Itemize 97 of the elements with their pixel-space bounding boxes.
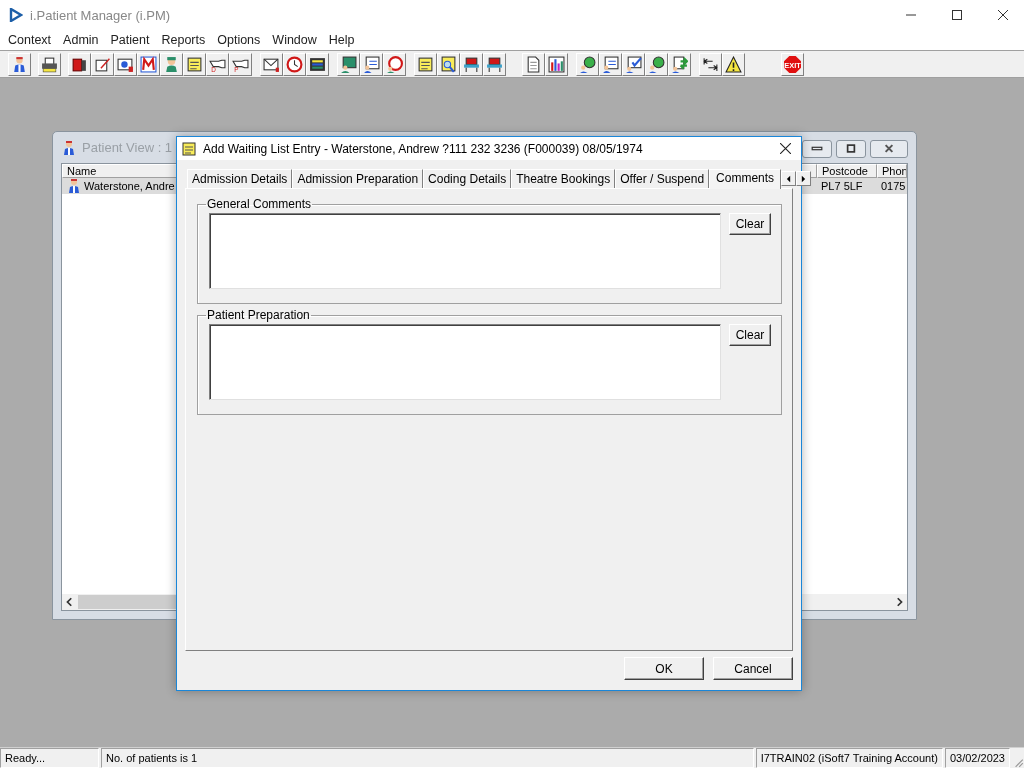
- toolbar-button[interactable]: [114, 52, 137, 76]
- toolbar-button[interactable]: [722, 52, 745, 76]
- tab[interactable]: Admission Details: [187, 169, 293, 188]
- toolbar-button[interactable]: [460, 52, 483, 76]
- search-document-icon: [440, 55, 457, 73]
- zigzag-icon: [140, 55, 157, 73]
- left-triangle-icon: [786, 174, 792, 183]
- toolbar-button[interactable]: [68, 52, 91, 76]
- person-icon: [163, 55, 180, 73]
- chair-icon: [463, 55, 480, 73]
- status-pane: 03/02/2023: [944, 748, 1010, 768]
- text-area[interactable]: [209, 324, 721, 400]
- globe-person-icon: [579, 55, 596, 73]
- minimize-icon: [811, 144, 823, 153]
- toolbar-button[interactable]: [91, 52, 114, 76]
- status-pane: I7TRAIN02 (iSoft7 Training Account): [755, 748, 943, 768]
- toolbar-button[interactable]: [337, 52, 360, 76]
- menu-item[interactable]: Window: [266, 33, 323, 47]
- tab[interactable]: Coding Details: [423, 169, 512, 188]
- group-label: Patient Preparation: [206, 308, 311, 322]
- menu-item[interactable]: Context: [2, 33, 58, 47]
- close-icon[interactable]: [998, 10, 1008, 20]
- menu-item[interactable]: Help: [322, 33, 361, 47]
- menu-item[interactable]: Reports: [155, 33, 212, 47]
- tab[interactable]: Comments: [709, 169, 782, 189]
- toolbar-button[interactable]: [522, 52, 545, 76]
- toolbar-button[interactable]: [183, 52, 206, 76]
- dialog-title: Add Waiting List Entry - Waterstone, Andrew ?111 232 3236 (F000039) 08/05/1974: [203, 141, 643, 156]
- warning-icon: [725, 55, 742, 73]
- restore-button[interactable]: [836, 139, 866, 158]
- toolbar-button[interactable]: [414, 52, 437, 76]
- table-cell-text: 0175: [880, 180, 907, 192]
- toolbar-button[interactable]: [137, 52, 160, 76]
- globe-person-icon: [648, 55, 665, 73]
- menu-item[interactable]: Admin: [57, 33, 105, 47]
- toolbar-button[interactable]: [645, 52, 668, 76]
- toolbar-button[interactable]: [306, 52, 329, 76]
- clear-button[interactable]: Clear: [729, 213, 771, 235]
- arrows-person-icon: [671, 55, 688, 73]
- toolbar-button[interactable]: [260, 52, 283, 76]
- text-area[interactable]: [209, 213, 721, 289]
- play-logo-icon: [9, 8, 23, 22]
- status-pane: Ready...: [0, 748, 99, 768]
- resize-grip-icon[interactable]: [1012, 756, 1024, 768]
- window-title: Patient View : 1: [82, 140, 173, 155]
- tab[interactable]: Theatre Bookings: [511, 169, 616, 188]
- minimize-button[interactable]: [802, 139, 832, 158]
- form-person-icon: [602, 55, 619, 73]
- close-icon[interactable]: [780, 143, 791, 154]
- toolbar-button[interactable]: [622, 52, 645, 76]
- dialog-button[interactable]: Cancel: [713, 657, 793, 680]
- clock-icon: [286, 55, 303, 73]
- column-header[interactable]: Postcode: [817, 164, 877, 178]
- restore-icon: [845, 144, 857, 153]
- tab-arrows-icon: [702, 55, 719, 73]
- menu-item[interactable]: Patient: [104, 33, 156, 47]
- form-person-icon: [363, 55, 380, 73]
- clock-person-icon: [386, 55, 403, 73]
- close-button[interactable]: [870, 139, 908, 158]
- table-cell-text: PL7 5LF: [820, 180, 864, 192]
- toolbar-button[interactable]: [38, 52, 61, 76]
- status-pane: No. of patients is 1: [101, 748, 754, 768]
- check-person-icon: [625, 55, 642, 73]
- toolbar-button[interactable]: [599, 52, 622, 76]
- group-label: General Comments: [206, 197, 313, 211]
- menu-item[interactable]: Options: [211, 33, 267, 47]
- bar-chart-icon: [548, 55, 565, 73]
- printer-icon: [41, 55, 58, 73]
- toolbar-button[interactable]: [383, 52, 406, 76]
- monitor-person-icon: [340, 55, 357, 73]
- toolbar-button[interactable]: [437, 52, 460, 76]
- page-icon: [525, 55, 542, 73]
- note-icon: [417, 55, 434, 73]
- note-icon: [181, 140, 197, 157]
- toolbar-button[interactable]: [483, 52, 506, 76]
- right-triangle-icon: [801, 174, 807, 183]
- person-icon: [11, 55, 28, 73]
- maximize-icon[interactable]: [952, 10, 962, 20]
- clear-button[interactable]: Clear: [729, 324, 771, 346]
- table-cell: Waterstone, Andre: [84, 180, 175, 192]
- close-icon: [883, 144, 895, 153]
- person-icon: [61, 139, 77, 156]
- toolbar-button[interactable]: [576, 52, 599, 76]
- toolbar-button[interactable]: [283, 52, 306, 76]
- screen-icon: [309, 55, 326, 73]
- note-icon: [186, 55, 203, 73]
- tab[interactable]: Offer / Suspend: [615, 169, 710, 188]
- chair-icon: [486, 55, 503, 73]
- tab[interactable]: Admission Preparation: [292, 169, 424, 188]
- dialog-button[interactable]: OK: [624, 657, 704, 680]
- toolbar-button[interactable]: [699, 52, 722, 76]
- window-title: i.Patient Manager (i.PM): [30, 7, 171, 23]
- toolbar-button[interactable]: [360, 52, 383, 76]
- toolbar-button[interactable]: [8, 52, 31, 76]
- toolbar-button[interactable]: [545, 52, 568, 76]
- scroll-right-button[interactable]: [796, 171, 812, 186]
- scroll-left-button[interactable]: [781, 171, 797, 186]
